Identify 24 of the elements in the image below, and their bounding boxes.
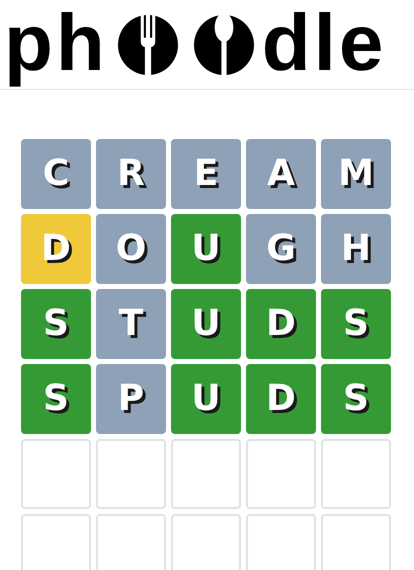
letter-tile: M [321,139,391,209]
letter-tile: T [96,289,166,359]
spoon-icon [194,15,254,75]
letter-tile: D [246,364,316,434]
letter-tile: R [96,139,166,209]
letter-tile: G [246,214,316,284]
letter-tile: A [246,139,316,209]
letter-tile: D [246,289,316,359]
fork-icon [118,15,178,75]
letter-tile: U [171,214,241,284]
letter-tile: E [171,139,241,209]
letter-tile: H [321,214,391,284]
logo-text: dle [262,0,388,89]
logo-text: ph [4,0,109,89]
letter-tile: D [21,214,91,284]
letter-tile: U [171,289,241,359]
letter-tile: P [96,364,166,434]
letter-tile: S [21,289,91,359]
letter-tile: S [321,364,391,434]
letter-tile: S [321,289,391,359]
letter-tile: C [21,139,91,209]
letter-tile: U [171,364,241,434]
letter-tile: S [21,364,91,434]
letter-tile: O [96,214,166,284]
